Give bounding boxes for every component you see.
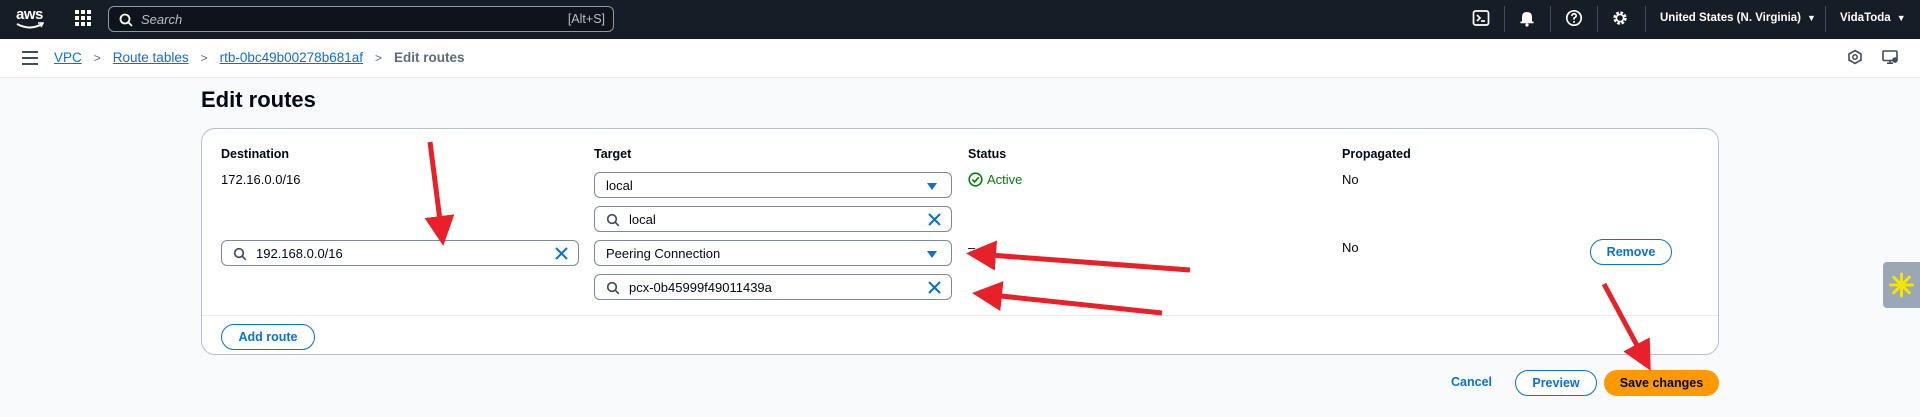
destination-input[interactable]	[256, 245, 536, 261]
region-label: United States (N. Virginia)	[1660, 12, 1802, 24]
region-selector[interactable]: United States (N. Virginia) ▼	[1660, 12, 1816, 24]
status-badge: Active	[968, 172, 1022, 187]
chevron-right-icon: >	[93, 50, 101, 65]
check-circle-icon	[968, 172, 983, 187]
remove-route-button[interactable]: Remove	[1590, 239, 1672, 265]
target-type-select[interactable]: Peering Connection	[594, 240, 952, 266]
caret-down-icon: ▼	[1896, 13, 1906, 23]
aws-logo[interactable]: aws	[16, 6, 46, 30]
account-label: VidaToda	[1840, 12, 1891, 24]
breadcrumb: VPC > Route tables > rtb-0bc49b00278b681…	[54, 50, 465, 65]
search-input[interactable]	[141, 10, 521, 28]
add-route-button[interactable]: Add route	[221, 324, 315, 350]
feedback-tab[interactable]	[1883, 262, 1920, 308]
close-icon[interactable]	[927, 280, 942, 295]
column-header-destination: Destination	[221, 147, 290, 161]
caret-down-icon: ▼	[1807, 13, 1816, 23]
column-header-propagated: Propagated	[1342, 147, 1411, 161]
save-changes-button[interactable]: Save changes	[1604, 370, 1719, 396]
gear-icon[interactable]	[1611, 9, 1631, 29]
divider	[1504, 6, 1505, 32]
cancel-button[interactable]: Cancel	[1451, 375, 1492, 389]
menu-icon[interactable]	[22, 51, 38, 65]
target-filter-input[interactable]	[629, 279, 909, 295]
help-icon[interactable]	[1565, 9, 1585, 29]
route-destination: 172.16.0.0/16	[221, 172, 301, 187]
status-text: Active	[987, 172, 1023, 187]
target-type-value: local	[606, 178, 633, 193]
target-filter-input[interactable]	[629, 211, 909, 227]
column-header-status: Status	[968, 147, 1007, 161]
aws-smile-icon	[16, 22, 44, 29]
close-icon[interactable]	[554, 246, 569, 261]
close-icon[interactable]	[927, 212, 942, 227]
divider	[1597, 6, 1598, 32]
top-navigation-bar: aws [Alt+S]	[0, 0, 1920, 39]
target-type-select[interactable]: local	[594, 172, 952, 198]
propagated-value: No	[1342, 240, 1359, 255]
divider	[202, 315, 1718, 316]
account-menu[interactable]: VidaToda ▼	[1840, 12, 1906, 24]
status-text: –	[968, 240, 976, 255]
search-icon	[606, 213, 620, 227]
preview-button[interactable]: Preview	[1515, 370, 1597, 396]
search-shortcut-hint: [Alt+S]	[567, 12, 605, 26]
target-filter-field[interactable]	[594, 274, 952, 300]
notifications-icon[interactable]	[1847, 49, 1865, 67]
sparkle-icon	[1889, 272, 1914, 298]
breadcrumb-route-table-id[interactable]: rtb-0bc49b00278b681af	[220, 50, 363, 65]
aws-logo-text: aws	[16, 6, 43, 23]
page-title: Edit routes	[201, 87, 316, 112]
column-header-target: Target	[594, 147, 632, 161]
breadcrumb-bar: VPC > Route tables > rtb-0bc49b00278b681…	[0, 39, 1920, 78]
caret-down-icon	[927, 251, 937, 258]
display-settings-icon[interactable]	[1882, 49, 1900, 67]
breadcrumb-current: Edit routes	[394, 50, 465, 65]
divider	[1550, 6, 1551, 32]
breadcrumb-route-tables[interactable]: Route tables	[113, 50, 189, 65]
cloudshell-icon[interactable]	[1472, 9, 1492, 29]
divider	[1645, 6, 1646, 32]
propagated-value: No	[1342, 172, 1359, 187]
global-search[interactable]: [Alt+S]	[108, 6, 614, 32]
destination-field[interactable]	[221, 240, 579, 266]
chevron-right-icon: >	[200, 50, 208, 65]
bell-icon[interactable]	[1518, 9, 1538, 29]
search-icon	[606, 281, 620, 295]
routes-editor-card: Destination Target Status Propagated 172…	[201, 128, 1719, 355]
search-icon	[233, 247, 247, 261]
breadcrumb-vpc[interactable]: VPC	[54, 50, 82, 65]
services-grid-icon[interactable]	[74, 9, 94, 29]
divider	[1825, 6, 1826, 32]
caret-down-icon	[927, 183, 937, 190]
target-type-value: Peering Connection	[606, 246, 721, 261]
target-filter-field[interactable]	[594, 206, 952, 232]
search-icon	[119, 13, 133, 27]
chevron-right-icon: >	[374, 50, 382, 65]
